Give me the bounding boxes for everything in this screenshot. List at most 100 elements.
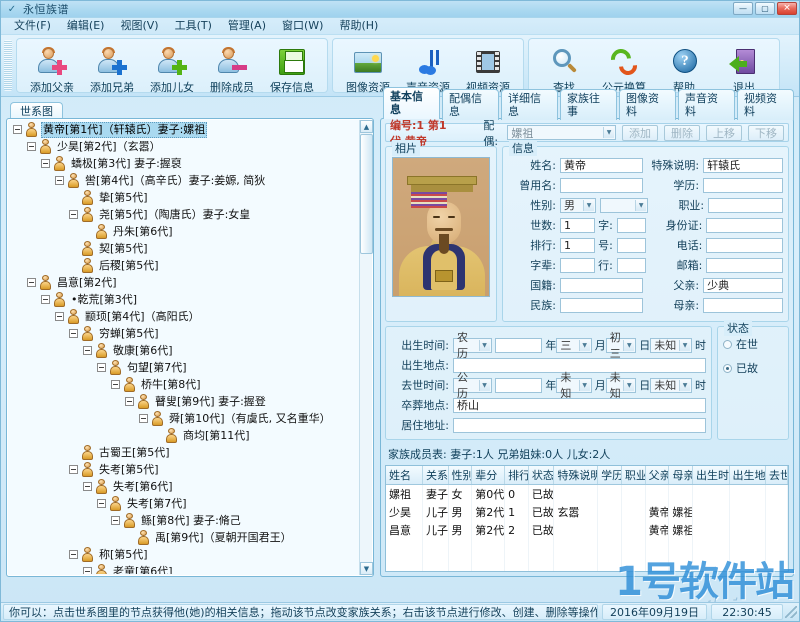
table-column-header[interactable]: 父亲 (645, 466, 670, 485)
scroll-down-icon[interactable]: ▼ (360, 562, 373, 575)
table-row[interactable]: 昌意 儿子男第2代 2 已故 黄帝 嫘祖 (386, 521, 788, 539)
tree-expander-icon[interactable] (41, 159, 50, 168)
add-brother-button[interactable]: 添加兄弟 (83, 42, 141, 96)
address-input[interactable] (453, 417, 706, 433)
tree-expander-icon[interactable] (111, 380, 120, 389)
tree-node[interactable]: 挚[第5代] (9, 189, 359, 206)
death-hour-select[interactable]: 未知 ▼ (650, 377, 692, 393)
tree-node[interactable]: 鲧[第8代] 妻子:脩己 (9, 512, 359, 529)
tree-node[interactable]: 失考[第7代] (9, 495, 359, 512)
tree-scrollbar[interactable]: ▲ ▼ (359, 120, 373, 575)
table-row[interactable]: 嫘祖 妻子女第0代 0 已故 (386, 484, 788, 503)
spouse-moveup-button[interactable]: 上移 (706, 124, 743, 141)
tree-node[interactable]: 丹朱[第6代] (9, 223, 359, 240)
tree-node[interactable]: 桥牛[第8代] (9, 376, 359, 393)
tab-1[interactable]: 配偶信息 (442, 89, 499, 120)
help-button[interactable]: ? 帮助 (655, 42, 713, 96)
tab-4[interactable]: 图像资料 (619, 89, 676, 120)
minimize-button[interactable]: — (733, 2, 753, 15)
tree-node[interactable]: 颛顼[第4代]（高阳氏） (9, 308, 359, 325)
info-input-right[interactable] (703, 177, 783, 193)
tree-expander-icon[interactable] (69, 329, 78, 338)
tree-node[interactable]: 失考[第6代] (9, 478, 359, 495)
tree-node[interactable]: 敬康[第6代] (9, 342, 359, 359)
tree-expander-icon[interactable] (13, 125, 22, 134)
tab-6[interactable]: 视频资料 (737, 89, 794, 120)
birth-calendar-select[interactable]: 农历 ▼ (453, 331, 492, 360)
menu-manage[interactable]: 管理(A) (221, 18, 273, 34)
info-input-left[interactable]: 黄帝 (560, 157, 644, 173)
tree-node[interactable]: 称[第5代] (9, 546, 359, 563)
toolbar-grip[interactable] (4, 40, 12, 91)
tree-node[interactable]: 舜[第10代]（有虞氏, 又名重华） (9, 410, 359, 427)
table-column-header[interactable]: 出生时间 (692, 466, 730, 485)
menu-edit[interactable]: 编辑(E) (60, 18, 112, 34)
info-input-right[interactable]: 轩辕氏 (703, 157, 783, 173)
scroll-thumb[interactable] (360, 134, 373, 254)
burial-input[interactable]: 桥山 (453, 397, 706, 413)
tree-node[interactable]: 商均[第11代] (9, 427, 359, 444)
tree-node[interactable]: 穷蝉[第5代] (9, 325, 359, 342)
info-input-right[interactable] (706, 257, 783, 273)
tree-expander-icon[interactable] (111, 516, 120, 525)
info-input-right[interactable] (706, 237, 783, 253)
tab-3[interactable]: 家族往事 (560, 89, 617, 120)
tree-node[interactable]: •乾荒[第3代] (9, 291, 359, 308)
gender-select[interactable]: 男 ▼ (560, 197, 596, 213)
table-column-header[interactable]: 辈分 (471, 466, 506, 485)
tree-node[interactable]: 后稷[第5代] (9, 257, 359, 274)
spouse-add-button[interactable]: 添加 (622, 124, 659, 141)
table-column-header[interactable]: 排行 (504, 466, 529, 485)
tree-node[interactable]: 尧[第5代]（陶唐氏）妻子:女皇 (9, 206, 359, 223)
birthplace-input[interactable] (453, 357, 706, 373)
menu-help[interactable]: 帮助(H) (332, 18, 385, 34)
death-month-select[interactable]: 未知 ▼ (556, 371, 592, 400)
tree-node[interactable]: 昌意[第2代] (9, 274, 359, 291)
tree-node[interactable]: 喾[第4代]（高辛氏）妻子:姜嫄, 简狄 (9, 172, 359, 189)
table-column-header[interactable]: 关系 (422, 466, 449, 485)
convert-button[interactable]: 公元换算 (595, 42, 653, 96)
family-table[interactable]: 姓名关系性别辈分排行状态特殊说明学历职业父亲母亲出生时间出生地点去世 嫘祖妻子女… (385, 465, 789, 572)
tree-expander-icon[interactable] (69, 465, 78, 474)
tree-expander-icon[interactable] (139, 414, 148, 423)
tree-expander-icon[interactable] (55, 312, 64, 321)
info-input-right[interactable] (706, 217, 783, 233)
menu-window[interactable]: 窗口(W) (275, 18, 330, 34)
birth-day-select[interactable]: 初三 ▼ (605, 331, 637, 360)
tree-node[interactable]: 少昊[第2代]（玄嚣） (9, 138, 359, 155)
tab-5[interactable]: 声音资料 (678, 89, 735, 120)
menu-file[interactable]: 文件(F) (7, 18, 58, 34)
info-input-left-2[interactable] (616, 217, 647, 233)
info-input-left[interactable]: 1 (560, 217, 595, 233)
birth-month-select[interactable]: 三 ▼ (556, 337, 592, 353)
state-dead-option[interactable]: 已故 (723, 360, 783, 376)
spouse-movedown-button[interactable]: 下移 (748, 124, 785, 141)
tree-expander-icon[interactable] (83, 482, 92, 491)
table-column-header[interactable]: 状态 (528, 466, 555, 485)
table-column-header[interactable]: 职业 (621, 466, 646, 485)
tree-expander-icon[interactable] (27, 278, 36, 287)
table-row[interactable]: 少昊 儿子男第2代 1 已故 玄嚣 黄帝 嫘祖 (386, 503, 788, 521)
tree-expander-icon[interactable] (69, 550, 78, 559)
portrait-image[interactable] (392, 157, 490, 297)
close-button[interactable]: ✕ (777, 2, 797, 15)
table-column-header[interactable]: 姓名 (386, 466, 423, 485)
info-input-left[interactable] (560, 257, 595, 273)
tree-node[interactable]: 句望[第7代] (9, 359, 359, 376)
tab-0[interactable]: 基本信息 (383, 87, 440, 119)
info-input-left[interactable] (560, 277, 644, 293)
tree-node[interactable]: 契[第5代] (9, 240, 359, 257)
resize-grip-icon[interactable] (785, 606, 797, 618)
info-input-left[interactable] (560, 297, 644, 313)
table-column-header[interactable]: 性别 (448, 466, 473, 485)
video-resource-button[interactable]: 视频资源 (459, 42, 517, 96)
tree-node[interactable]: 蟜极[第3代] 妻子:握裒 (9, 155, 359, 172)
info-input-left-2[interactable] (616, 257, 647, 273)
tree-node[interactable]: 老童[第6代] (9, 563, 359, 574)
info-input-right[interactable] (703, 297, 783, 313)
info-input-left[interactable]: 1 (560, 237, 595, 253)
table-column-header[interactable]: 学历 (597, 466, 622, 485)
tree-expander-icon[interactable] (97, 499, 106, 508)
tree-expander-icon[interactable] (125, 397, 134, 406)
info-input-left-2[interactable] (616, 237, 647, 253)
